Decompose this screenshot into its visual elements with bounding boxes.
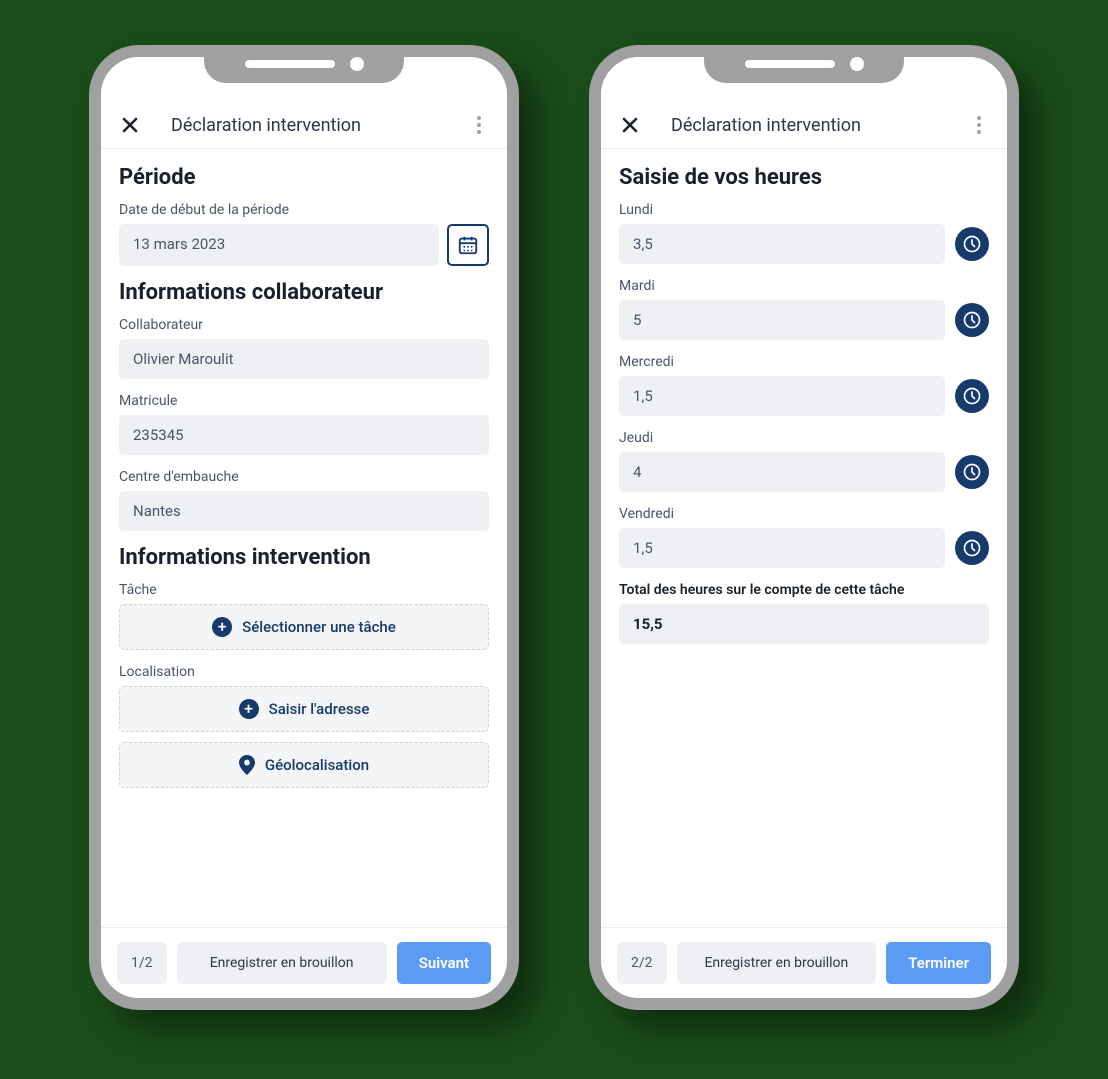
page-indicator: 1/2 xyxy=(117,942,167,984)
field-collaborator: Collaborateur Olivier Maroulit xyxy=(119,317,489,379)
app-header: Déclaration intervention xyxy=(601,102,1007,149)
hours-input[interactable]: 5 xyxy=(619,300,945,340)
field-day-mardi: Mardi 5 xyxy=(619,278,989,340)
clock-button[interactable] xyxy=(955,379,989,413)
field-label: Centre d'embauche xyxy=(119,469,489,485)
clock-icon xyxy=(962,234,982,254)
form-body: Période Date de début de la période 13 m… xyxy=(101,149,507,927)
phone-notch xyxy=(204,45,404,83)
plus-icon: + xyxy=(212,617,232,637)
header-title: Déclaration intervention xyxy=(141,115,469,136)
field-centre: Centre d'embauche Nantes xyxy=(119,469,489,531)
field-location: Localisation + Saisir l'adresse Géolocal… xyxy=(119,664,489,788)
total-hours-value: 15,5 xyxy=(619,604,989,644)
next-button[interactable]: Suivant xyxy=(397,942,491,984)
clock-icon xyxy=(962,462,982,482)
field-label: Localisation xyxy=(119,664,489,680)
field-label: Total des heures sur le compte de cette … xyxy=(619,582,989,598)
field-total: Total des heures sur le compte de cette … xyxy=(619,582,989,644)
hours-input[interactable]: 1,5 xyxy=(619,528,945,568)
field-day-vendredi: Vendredi 1,5 xyxy=(619,506,989,568)
field-label: Matricule xyxy=(119,393,489,409)
phone-screen-1: Déclaration intervention Période Date de… xyxy=(101,57,507,998)
clock-icon xyxy=(962,538,982,558)
close-icon[interactable] xyxy=(619,114,641,136)
form-footer: 2/2 Enregistrer en brouillon Terminer xyxy=(601,927,1007,998)
phone-mockup-1: Déclaration intervention Période Date de… xyxy=(89,45,519,1010)
page-indicator: 2/2 xyxy=(617,942,667,984)
clock-icon xyxy=(962,310,982,330)
plus-icon: + xyxy=(239,699,259,719)
button-label: Sélectionner une tâche xyxy=(242,618,396,636)
section-title-hours: Saisie de vos heures xyxy=(619,165,989,190)
field-label: Date de début de la période xyxy=(119,202,489,218)
hours-input[interactable]: 1,5 xyxy=(619,376,945,416)
section-title-intervention: Informations intervention xyxy=(119,545,489,570)
centre-input[interactable]: Nantes xyxy=(119,491,489,531)
field-start-date: Date de début de la période 13 mars 2023 xyxy=(119,202,489,266)
section-title-period: Période xyxy=(119,165,489,190)
select-task-button[interactable]: + Sélectionner une tâche xyxy=(119,604,489,650)
calendar-icon xyxy=(457,234,479,256)
form-body: Saisie de vos heures Lundi 3,5 Mardi 5 M… xyxy=(601,149,1007,927)
collaborator-input[interactable]: Olivier Maroulit xyxy=(119,339,489,379)
hours-input[interactable]: 3,5 xyxy=(619,224,945,264)
phone-notch xyxy=(704,45,904,83)
date-input[interactable]: 13 mars 2023 xyxy=(119,224,439,266)
field-day-lundi: Lundi 3,5 xyxy=(619,202,989,264)
field-label: Vendredi xyxy=(619,506,989,522)
save-draft-button[interactable]: Enregistrer en brouillon xyxy=(177,942,387,984)
clock-icon xyxy=(962,386,982,406)
field-matricule: Matricule 235345 xyxy=(119,393,489,455)
button-label: Géolocalisation xyxy=(265,756,369,774)
enter-address-button[interactable]: + Saisir l'adresse xyxy=(119,686,489,732)
section-title-collaborator: Informations collaborateur xyxy=(119,280,489,305)
header-title: Déclaration intervention xyxy=(641,115,969,136)
field-label: Mardi xyxy=(619,278,989,294)
field-label: Tâche xyxy=(119,582,489,598)
clock-button[interactable] xyxy=(955,455,989,489)
field-day-mercredi: Mercredi 1,5 xyxy=(619,354,989,416)
save-draft-button[interactable]: Enregistrer en brouillon xyxy=(677,942,877,984)
app-header: Déclaration intervention xyxy=(101,102,507,149)
button-label: Saisir l'adresse xyxy=(269,700,370,718)
geolocate-button[interactable]: Géolocalisation xyxy=(119,742,489,788)
clock-button[interactable] xyxy=(955,303,989,337)
clock-button[interactable] xyxy=(955,531,989,565)
field-day-jeudi: Jeudi 4 xyxy=(619,430,989,492)
phone-mockup-2: Déclaration intervention Saisie de vos h… xyxy=(589,45,1019,1010)
phone-screen-2: Déclaration intervention Saisie de vos h… xyxy=(601,57,1007,998)
clock-button[interactable] xyxy=(955,227,989,261)
form-footer: 1/2 Enregistrer en brouillon Suivant xyxy=(101,927,507,998)
field-label: Lundi xyxy=(619,202,989,218)
pin-icon xyxy=(239,755,255,775)
kebab-menu-icon[interactable] xyxy=(969,115,989,135)
finish-button[interactable]: Terminer xyxy=(886,942,991,984)
close-icon[interactable] xyxy=(119,114,141,136)
field-task: Tâche + Sélectionner une tâche xyxy=(119,582,489,650)
field-label: Collaborateur xyxy=(119,317,489,333)
kebab-menu-icon[interactable] xyxy=(469,115,489,135)
matricule-input[interactable]: 235345 xyxy=(119,415,489,455)
hours-input[interactable]: 4 xyxy=(619,452,945,492)
field-label: Mercredi xyxy=(619,354,989,370)
field-label: Jeudi xyxy=(619,430,989,446)
calendar-button[interactable] xyxy=(447,224,489,266)
